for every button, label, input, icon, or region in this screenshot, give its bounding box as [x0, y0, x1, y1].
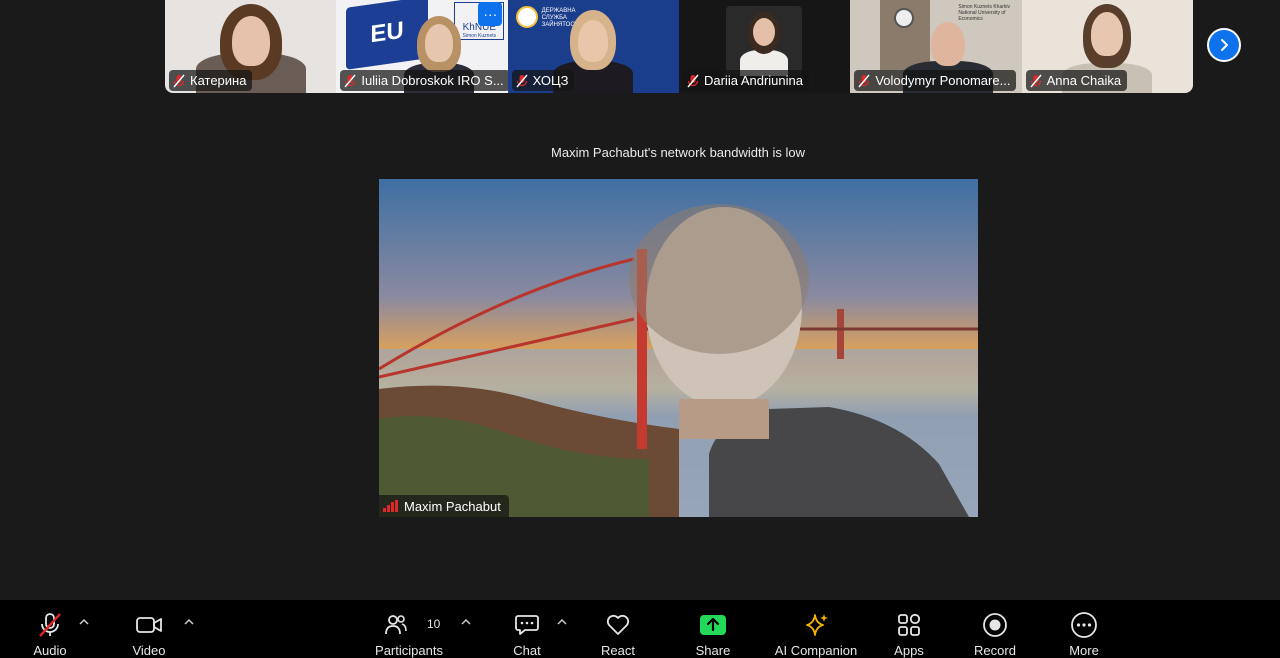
participant-face	[752, 18, 775, 46]
university-logo-text: Simon Kuznets Kharkiv National Universit…	[958, 4, 1011, 22]
participant-name: Dariia Andriunina	[703, 73, 803, 88]
speaker-video-frame	[379, 179, 978, 517]
participant-tile-6[interactable]: Anna Chaika	[1021, 0, 1193, 93]
sparkle-icon	[803, 610, 829, 639]
participants-icon	[384, 610, 408, 639]
participant-video-inset	[725, 6, 802, 76]
muted-mic-icon	[687, 74, 699, 88]
participant-tile-5[interactable]: Simon Kuznets Kharkiv National Universit…	[850, 0, 1022, 93]
audio-options-chevron-icon[interactable]	[79, 618, 89, 626]
more-button[interactable]: More	[1062, 600, 1106, 658]
participant-name-tag: Volodymyr Ponomare...	[854, 70, 1017, 91]
ai-companion-button[interactable]: AI Companion	[768, 600, 864, 658]
bandwidth-notice: Maxim Pachabut's network bandwidth is lo…	[551, 145, 805, 160]
muted-mic-icon	[344, 74, 356, 88]
muted-mic-icon	[516, 74, 528, 88]
participant-name: ХОЦЗ	[532, 73, 569, 88]
chat-button[interactable]: Chat	[505, 600, 549, 658]
participant-face	[1091, 12, 1124, 56]
participant-face	[425, 24, 454, 62]
muted-mic-icon	[173, 74, 185, 88]
participant-name: Катерина	[190, 73, 247, 88]
eu-flag-logo: EU	[346, 0, 429, 70]
next-page-button[interactable]	[1207, 28, 1241, 62]
participant-face	[578, 20, 609, 62]
participant-tile-1[interactable]: Катерина	[165, 0, 337, 93]
chat-options-chevron-icon[interactable]	[557, 618, 567, 626]
participant-face	[231, 16, 270, 66]
meeting-toolbar: Audio Video Participants 10 Chat React S…	[0, 600, 1280, 658]
participant-strip: Катерина EU KhNUE Simon Kuznets ··· Iuli…	[165, 0, 1193, 93]
participants-count: 10	[427, 617, 441, 631]
audio-button[interactable]: Audio	[26, 600, 74, 658]
muted-mic-icon	[37, 610, 63, 639]
participant-face	[930, 22, 965, 66]
speaker-name-tag: Maxim Pachabut	[379, 495, 509, 517]
participant-name-tag: Катерина	[169, 70, 253, 91]
participant-tile-4[interactable]: Dariia Andriunina	[678, 0, 851, 93]
chevron-right-icon	[1221, 39, 1228, 51]
chat-bubble-icon	[514, 610, 540, 639]
more-options-button[interactable]: ···	[478, 2, 503, 26]
record-icon	[982, 610, 1008, 639]
participant-name-tag: Anna Chaika	[1025, 70, 1128, 91]
apps-grid-icon	[896, 610, 922, 639]
video-options-chevron-icon[interactable]	[184, 618, 194, 626]
participant-name: Anna Chaika	[1046, 73, 1122, 88]
share-screen-icon	[699, 610, 727, 639]
participant-name-tag: Iuliia Dobroskok IRO S...	[340, 70, 508, 91]
participants-options-chevron-icon[interactable]	[461, 618, 471, 626]
muted-mic-icon	[1030, 74, 1042, 88]
heart-icon	[605, 610, 631, 639]
participant-name-tag: ХОЦЗ	[511, 70, 575, 91]
react-button[interactable]: React	[596, 600, 640, 658]
participant-name: Iuliia Dobroskok IRO S...	[361, 73, 504, 88]
apps-button[interactable]: Apps	[887, 600, 931, 658]
more-dots-icon	[1070, 610, 1098, 639]
record-button[interactable]: Record	[970, 600, 1020, 658]
participant-tile-3[interactable]: ДЕРЖАВНА СЛУЖБА ЗАЙНЯТОСТІ ХОЦЗ	[507, 0, 679, 93]
muted-mic-icon	[858, 74, 870, 88]
video-camera-icon	[135, 610, 163, 639]
participant-tile-2[interactable]: EU KhNUE Simon Kuznets ··· Iuliia Dobros…	[336, 0, 508, 93]
low-signal-icon	[383, 500, 398, 512]
share-button[interactable]: Share	[690, 600, 736, 658]
speaker-video[interactable]	[379, 179, 978, 517]
employment-service-logo	[515, 6, 538, 28]
video-button[interactable]: Video	[125, 600, 173, 658]
speaker-name: Maxim Pachabut	[404, 498, 501, 514]
participant-name: Volodymyr Ponomare...	[875, 73, 1011, 88]
participant-name-tag: Dariia Andriunina	[682, 70, 809, 91]
